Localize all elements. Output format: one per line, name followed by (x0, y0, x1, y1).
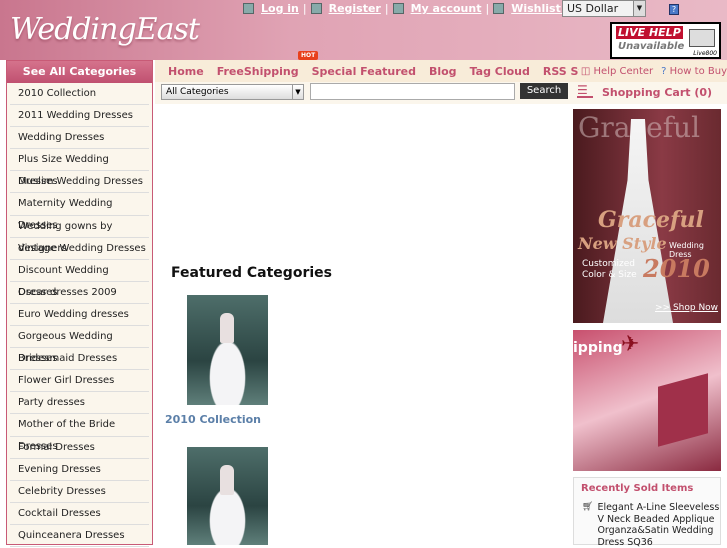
help-center-label: Help Center (593, 65, 654, 77)
sidebar-item-label: Cocktail Dresses (18, 507, 101, 519)
see-all-categories[interactable]: See All Categories (7, 61, 152, 83)
featured-category-link[interactable]: 2010 Collection (165, 413, 261, 426)
shop-now-link[interactable]: >> Shop Now (655, 303, 718, 313)
sidebar-item[interactable]: Quinceanera Dresses (10, 525, 149, 547)
top-links: Log in | Register | My account | Wishlist (… (243, 2, 582, 15)
airplane-icon: ✈ (621, 332, 640, 357)
sidebar-item[interactable]: Evening Dresses (10, 459, 149, 481)
recently-sold-panel: Recently Sold Items 🛒︎ Elegant A-Line Sl… (573, 477, 721, 548)
sidebar-item[interactable]: Flower Girl Dresses (10, 370, 149, 393)
box-image (658, 373, 708, 447)
banner-note: Customized Color & Size (582, 259, 637, 280)
sidebar-item-label: Oscar dresses 2009 (18, 286, 117, 298)
banner-subtitle: New Style (578, 234, 667, 253)
nav-help-center[interactable]: ◫ Help Center (581, 66, 653, 77)
featured-title: Featured Categories (171, 265, 332, 281)
category-sidebar: See All Categories 2010 Collection 2011 W… (6, 60, 153, 547)
banner-year: 2010 (643, 254, 710, 283)
sidebar-item-label: Evening Dresses (18, 463, 101, 475)
help-center-icon: ◫ (580, 65, 594, 77)
sidebar-item-label: 2011 Wedding Dresses (18, 110, 133, 122)
sidebar-item[interactable]: Vintage Wedding Dresses (10, 238, 149, 260)
category-list: 2010 Collection 2011 Wedding Dresses Weddi… (7, 83, 152, 547)
shopping-cart-link[interactable]: Shopping Cart (0) (602, 86, 712, 99)
login-link[interactable]: Log in (261, 2, 299, 15)
sidebar-item[interactable]: Muslim Wedding Dresses (10, 171, 149, 194)
logo[interactable]: WeddingEast (10, 12, 200, 47)
sidebar-item[interactable]: Cocktail Dresses (10, 503, 149, 525)
sidebar-item[interactable]: 2010 Collection (10, 83, 149, 106)
help-icon[interactable]: ? (669, 4, 679, 15)
nav-home[interactable]: Home (168, 65, 204, 78)
account-icon (392, 3, 404, 14)
sidebar-item-label: 2010 Collection (18, 88, 97, 99)
live-help-label: LIVE HELP (616, 26, 683, 39)
sidebar-item-label: Party dresses (18, 397, 86, 409)
chevron-down-icon: ▼ (292, 85, 303, 99)
sidebar-item[interactable]: Discount Wedding Dresses (10, 260, 149, 298)
live-help-brand: Live800 (693, 50, 717, 57)
banner2-text: ipping (573, 340, 623, 356)
featured-category-image[interactable] (187, 447, 268, 545)
sidebar-item[interactable]: Party dresses (10, 392, 149, 415)
sidebar-item[interactable]: Wedding Dresses (10, 127, 149, 150)
category-value: All Categories (166, 87, 229, 97)
cart-icon: 🛒︎ (582, 502, 594, 512)
sidebar-item[interactable]: Oscar dresses 2009 (10, 282, 149, 304)
sidebar-item[interactable]: Euro Wedding dresses (10, 304, 149, 327)
banner-title: Graceful (598, 207, 704, 233)
sidebar-item-label: Bridesmaid Dresses (18, 353, 118, 365)
my-account-link[interactable]: My account (411, 2, 482, 15)
search-input[interactable] (310, 83, 515, 100)
register-icon (310, 3, 322, 14)
login-icon (243, 3, 254, 14)
header: WeddingEast Log in | Register | My account… (0, 0, 727, 60)
hot-badge: HOT (298, 51, 319, 60)
live-help-status: Unavailable (618, 41, 685, 52)
how-to-buy-label: How to Buy (669, 65, 727, 77)
featured-category-image[interactable] (187, 295, 268, 405)
recent-item-label[interactable]: Elegant A-Line Sleeveless V Neck Beaded … (597, 502, 720, 548)
currency-value: US Dollar (567, 2, 619, 15)
sidebar-item[interactable]: Wedding gowns by designers (10, 216, 149, 254)
sidebar-item-label: Flower Girl Dresses (18, 375, 115, 387)
sidebar-item-label: Euro Wedding dresses (18, 308, 129, 320)
envelope-icon (689, 29, 715, 47)
sidebar-item-label: Quinceanera Dresses (18, 529, 125, 541)
chevron-down-icon: ▼ (633, 1, 645, 16)
sidebar-item[interactable]: Formal Dresses (10, 437, 149, 459)
search-bar: All Categories ▼ Search ☰ Shopping Cart (… (155, 82, 727, 104)
sidebar-item[interactable]: Bridesmaid Dresses (10, 348, 149, 371)
sidebar-item-label: Vintage Wedding Dresses (18, 242, 146, 254)
recently-sold-title: Recently Sold Items (581, 483, 694, 494)
question-icon: ? (661, 65, 670, 77)
sidebar-item[interactable]: Celebrity Dresses (10, 481, 149, 503)
sidebar-item[interactable]: Mother of the Bride Dresses (10, 414, 149, 452)
recent-item[interactable]: 🛒︎ Elegant A-Line Sleeveless V Neck Bead… (582, 502, 720, 548)
sidebar-item[interactable]: Gorgeous Wedding Dresses (10, 326, 149, 364)
nav-freeshipping[interactable]: FreeShipping (217, 65, 299, 78)
promo-banner-shipping[interactable]: ipping ✈ (573, 330, 721, 471)
sidebar-item-label: Muslim Wedding Dresses (18, 176, 143, 188)
sidebar-item[interactable]: Maternity Wedding Dresses (10, 193, 149, 231)
nav-special-featured[interactable]: Special Featured (312, 65, 416, 78)
nav-tag-cloud[interactable]: Tag Cloud (470, 65, 530, 78)
sidebar-item[interactable]: Plus Size Wedding Dresses (10, 149, 149, 187)
nav-blog[interactable]: Blog (429, 65, 457, 78)
sidebar-item-label: Wedding Dresses (18, 132, 105, 144)
live-help-button[interactable]: LIVE HELP Unavailable Live800 (610, 22, 721, 59)
sidebar-item-label: Formal Dresses (18, 441, 95, 453)
sidebar-item-label: Celebrity Dresses (18, 485, 106, 497)
sidebar-item[interactable]: 2011 Wedding Dresses (10, 105, 149, 128)
search-button[interactable]: Search (520, 83, 568, 99)
currency-select[interactable]: US Dollar ▼ (562, 0, 646, 17)
nav-rss[interactable]: RSS Syndication (543, 65, 579, 78)
promo-banner-graceful[interactable]: Graceful Graceful New Style Wedding Dres… (573, 109, 721, 323)
main-nav: Home FreeShipping Special Featured Blog … (155, 60, 727, 82)
register-link[interactable]: Register (329, 2, 381, 15)
wishlist-icon (493, 3, 505, 14)
category-select[interactable]: All Categories ▼ (161, 84, 304, 100)
nav-how-to-buy[interactable]: ? How to Buy (661, 66, 727, 77)
cart-icon[interactable]: ☰ (577, 84, 593, 98)
